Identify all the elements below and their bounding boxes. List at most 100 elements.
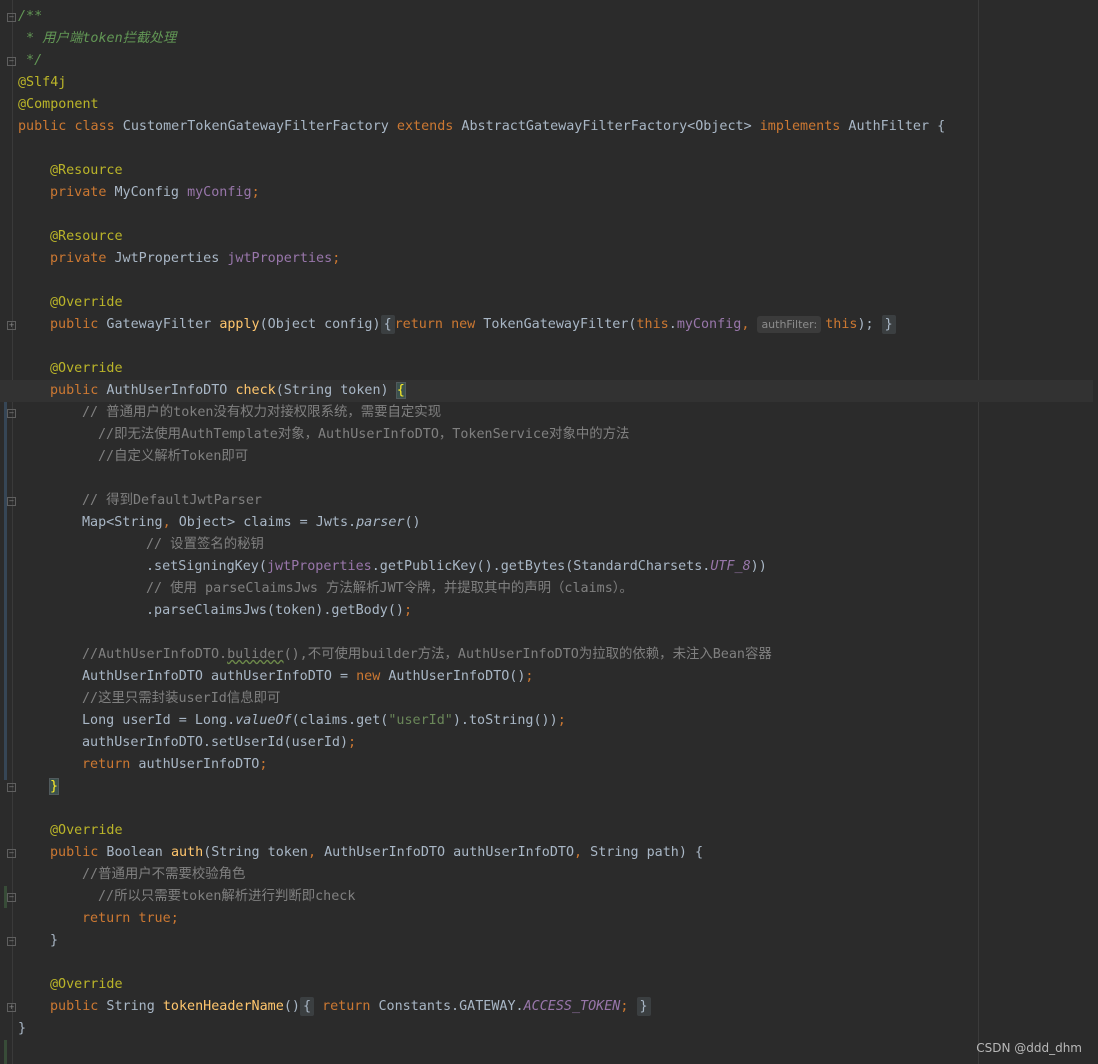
code-line[interactable]: Map<String, Object> claims = Jwts.parser… — [18, 512, 1093, 534]
punctuation: , — [574, 845, 583, 860]
code-line[interactable]: private MyConfig myConfig; — [18, 182, 1093, 204]
folded-region-close[interactable]: } — [881, 315, 896, 334]
code-line[interactable]: // 得到DefaultJwtParser — [18, 490, 1093, 512]
code-line[interactable] — [18, 952, 1093, 974]
parameters: (Object config) — [259, 317, 381, 332]
constructor-call: AuthUserInfoDTO() — [380, 669, 526, 684]
code-line[interactable]: .setSigningKey(jwtProperties.getPublicKe… — [18, 556, 1093, 578]
code-line[interactable]: // 设置签名的秘钥 — [18, 534, 1093, 556]
comment: (),不可使用builder方法，AuthUserInfoDTO为拉取的依赖，未… — [283, 647, 772, 662]
code-line[interactable]: private JwtProperties jwtProperties; — [18, 248, 1093, 270]
code-line[interactable]: public GatewayFilter apply(Object config… — [18, 314, 1093, 336]
fold-toggle-icon[interactable]: − — [7, 13, 16, 22]
code-line[interactable]: @Slf4j — [18, 72, 1093, 94]
code-line[interactable]: return authUserInfoDTO; — [18, 754, 1093, 776]
folded-region-close[interactable]: } — [636, 997, 651, 1016]
code-line[interactable]: public class CustomerTokenGatewayFilterF… — [18, 116, 1093, 138]
code-line[interactable]: // 普通用户的token没有权力对接权限系统，需要自定实现 — [18, 402, 1093, 424]
code-text: AuthUserInfoDTO authUserInfoDTO = — [82, 669, 357, 684]
comment: //即无法使用AuthTemplate对象，AuthUserInfoDTO，To… — [98, 427, 630, 442]
keyword: return — [394, 317, 443, 332]
keyword: return — [322, 999, 371, 1014]
code-line[interactable]: .parseClaimsJws(token).getBody(); — [18, 600, 1093, 622]
parameters: (String token — [203, 845, 308, 860]
code-line[interactable]: } — [18, 776, 1093, 798]
code-line[interactable] — [18, 270, 1093, 292]
code-line[interactable]: @Resource — [18, 226, 1093, 248]
field-name: jwtProperties — [266, 559, 372, 574]
comment: // 设置签名的秘钥 — [146, 537, 264, 552]
code-line[interactable]: AuthUserInfoDTO authUserInfoDTO = new Au… — [18, 666, 1093, 688]
type-name: AuthUserInfoDTO — [98, 383, 236, 398]
code-line[interactable]: @Override — [18, 292, 1093, 314]
code-line[interactable] — [18, 468, 1093, 490]
string-literal: "userId" — [388, 713, 453, 728]
code-line[interactable]: //普通用户不需要校验角色 — [18, 864, 1093, 886]
code-line[interactable]: //AuthUserInfoDTO.bulider(),不可使用builder方… — [18, 644, 1093, 666]
punctuation: , — [741, 317, 758, 332]
fold-toggle-icon[interactable]: − — [7, 937, 16, 946]
code-line[interactable]: } — [18, 1018, 1093, 1040]
code-line[interactable] — [18, 622, 1093, 644]
fold-toggle-icon[interactable]: + — [7, 321, 16, 330]
code-line[interactable]: @Override — [18, 358, 1093, 380]
matched-brace: } — [48, 778, 60, 795]
code-line[interactable]: //自定义解析Token即可 — [18, 446, 1093, 468]
code-line[interactable]: //这里只需封装userId信息即可 — [18, 688, 1093, 710]
method-name: tokenHeaderName — [162, 999, 284, 1014]
typo-warning[interactable]: bulider — [227, 647, 283, 662]
fold-toggle-icon[interactable]: − — [7, 783, 16, 792]
punctuation: ; — [620, 999, 629, 1014]
fold-toggle-icon[interactable]: + — [7, 1003, 16, 1012]
code-line[interactable] — [18, 138, 1093, 160]
vcs-change-marker[interactable] — [4, 1040, 7, 1064]
keyword: public — [50, 317, 99, 332]
code-line[interactable]: /** — [18, 6, 1093, 28]
code-line[interactable]: @Component — [18, 94, 1093, 116]
fold-toggle-icon[interactable]: − — [7, 497, 16, 506]
watermark: CSDN @ddd_dhm — [976, 1041, 1082, 1055]
code-line[interactable] — [18, 798, 1093, 820]
keyword: return — [82, 757, 131, 772]
punctuation: } — [50, 933, 59, 948]
annotation: @Slf4j — [18, 75, 67, 90]
code-editor[interactable]: /** * 用户端token拦截处理 */ @Slf4j @Component … — [0, 6, 1093, 1040]
keyword: extends — [396, 119, 454, 134]
code-line[interactable]: */ — [18, 50, 1093, 72]
folded-region-open[interactable]: { — [380, 315, 395, 334]
current-code-line[interactable]: public AuthUserInfoDTO check(String toke… — [0, 380, 1093, 402]
punctuation: . — [668, 317, 677, 332]
code-line[interactable]: * 用户端token拦截处理 — [18, 28, 1093, 50]
punctuation: , — [308, 845, 317, 860]
folded-region-open[interactable]: { — [299, 997, 314, 1016]
code-line[interactable] — [18, 336, 1093, 358]
code-line[interactable]: // 使用 parseClaimsJws 方法解析JWT令牌，并提取其中的声明（… — [18, 578, 1093, 600]
keyword: public — [50, 383, 99, 398]
code-line[interactable]: authUserInfoDTO.setUserId(userId); — [18, 732, 1093, 754]
annotation: @Override — [50, 977, 123, 992]
code-line[interactable]: return true; — [18, 908, 1093, 930]
code-line[interactable]: //所以只需要token解析进行判断即check — [18, 886, 1093, 908]
annotation: @Component — [18, 97, 99, 112]
code-line[interactable]: @Resource — [18, 160, 1093, 182]
code-line[interactable]: @Override — [18, 974, 1093, 996]
code-line[interactable]: @Override — [18, 820, 1093, 842]
code-text: .parseClaimsJws(token).getBody() — [146, 603, 404, 618]
code-line[interactable]: Long userId = Long.valueOf(claims.get("u… — [18, 710, 1093, 732]
code-line[interactable]: public Boolean auth(String token, AuthUs… — [18, 842, 1093, 864]
code-line[interactable] — [18, 204, 1093, 226]
fold-toggle-icon[interactable]: − — [7, 849, 16, 858]
fold-toggle-icon[interactable]: − — [7, 893, 16, 902]
code-line[interactable]: //即无法使用AuthTemplate对象，AuthUserInfoDTO，To… — [18, 424, 1093, 446]
keyword: this — [825, 317, 858, 332]
keyword: public — [50, 845, 99, 860]
vcs-change-marker[interactable] — [4, 380, 7, 780]
keyword: new — [451, 317, 476, 332]
code-line[interactable]: public String tokenHeaderName(){ return … — [18, 996, 1093, 1018]
editor-gutter: − − + − − − − − − − + — [0, 0, 17, 1064]
code-line[interactable]: } — [18, 930, 1093, 952]
punctuation: ); — [857, 317, 874, 332]
fold-toggle-icon[interactable]: − — [7, 57, 16, 66]
fold-toggle-icon[interactable]: − — [7, 409, 16, 418]
type-name: Boolean — [98, 845, 171, 860]
